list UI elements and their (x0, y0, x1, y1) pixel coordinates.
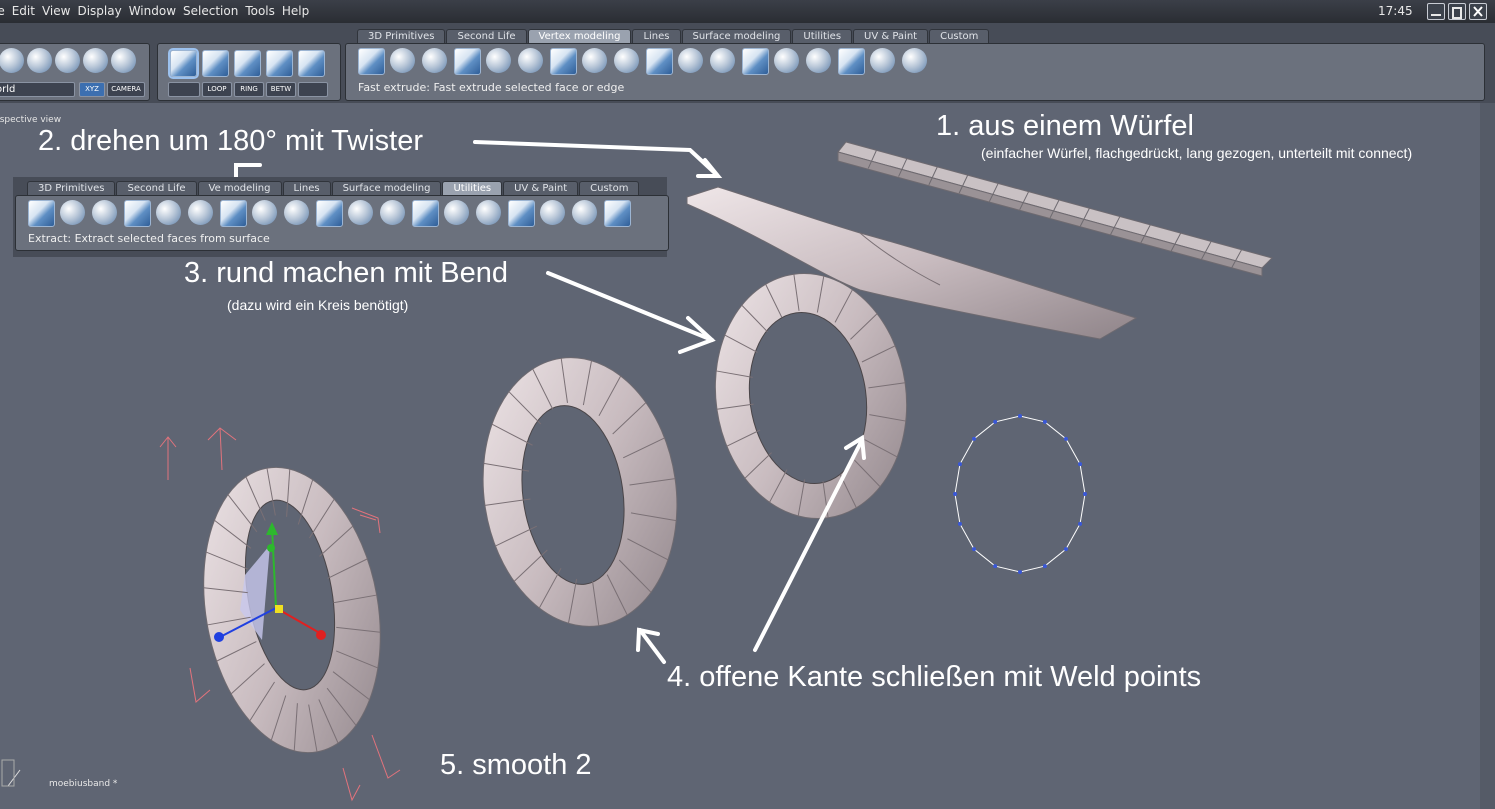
arrow-to-open-ring (638, 628, 666, 664)
helper-circle[interactable] (953, 414, 1087, 574)
file-name-label: moebiusband * (49, 779, 118, 789)
inset-tab-3d-primitives[interactable]: 3D Primitives (27, 181, 116, 196)
utilities-tool-icon-5[interactable] (156, 200, 181, 225)
bent-ring-mesh[interactable] (700, 261, 922, 531)
utilities-tool-icon-16[interactable] (508, 200, 535, 227)
circle-vertex (1078, 521, 1083, 526)
circle-vertex (957, 462, 962, 467)
inset-tab-second-life[interactable]: Second Life (116, 181, 197, 196)
circle-vertex (993, 419, 998, 424)
inset-tools-panel: Extract: Extract selected faces from sur… (15, 195, 669, 251)
circle-vertex (972, 436, 977, 441)
circle-vertex (1078, 462, 1083, 467)
utilities-tool-icon-17[interactable] (540, 200, 565, 225)
circle-vertex (1063, 436, 1068, 441)
utilities-inset-toolbar: 3D Primitives Second Life Ve modeling Li… (13, 177, 669, 257)
annotation-step-3: 3. rund machen mit Bend (184, 257, 509, 289)
utilities-tool-icon-14[interactable] (444, 200, 469, 225)
inset-tab-lines[interactable]: Lines (282, 181, 331, 196)
inset-tab-uv-paint[interactable]: UV & Paint (503, 181, 579, 196)
inset-tab-utilities[interactable]: Utilities (442, 181, 503, 196)
circle-vertex (1018, 570, 1022, 574)
inset-tab-surface-modeling[interactable]: Surface modeling (331, 181, 442, 196)
utilities-tool-icon-13[interactable] (412, 200, 439, 227)
circle-vertex (1042, 419, 1047, 424)
annotation-step-1-note: (einfacher Würfel, flachgedrückt, lang g… (981, 145, 1413, 161)
circle-vertex (957, 521, 962, 526)
circle-vertex (993, 564, 998, 569)
utilities-tool-icon-8[interactable] (252, 200, 277, 225)
helper-circle-vertices (953, 414, 1087, 574)
utilities-tool-icon-10[interactable] (316, 200, 343, 227)
inset-tab-vertex-modeling[interactable]: Ve modeling (197, 181, 282, 196)
utilities-tool-icon-2[interactable] (60, 200, 85, 225)
circle-vertex (1063, 547, 1068, 552)
smoothed-ring-mesh[interactable] (182, 453, 401, 766)
arrow-to-twisted-strip (473, 140, 719, 177)
circle-vertex (1083, 492, 1087, 496)
circle-vertex (1018, 414, 1022, 418)
utilities-tool-icon-4[interactable] (124, 200, 151, 227)
utilities-tool-icon-15[interactable] (476, 200, 501, 225)
utilities-tool-icon-11[interactable] (348, 200, 373, 225)
utilities-tool-icon-12[interactable] (380, 200, 405, 225)
annotation-step-2: 2. drehen um 180° mit Twister (38, 125, 424, 157)
utilities-tool-icon-7[interactable] (220, 200, 247, 227)
inset-tabs: 3D Primitives Second Life Ve modeling Li… (27, 181, 640, 196)
utilities-tool-icon-9[interactable] (284, 200, 309, 225)
circle-vertex (953, 492, 957, 496)
inset-status-text: Extract: Extract selected faces from sur… (28, 232, 270, 245)
axis-indicator (1, 759, 21, 787)
circle-vertex (972, 547, 977, 552)
utilities-tool-icon-3[interactable] (92, 200, 117, 225)
annotation-step-3-note: (dazu wird ein Kreis benötigt) (227, 297, 409, 313)
annotation-step-4: 4. offene Kante schließen mit Weld point… (667, 661, 1202, 693)
arrow-to-bent-ring (546, 271, 714, 342)
utilities-tool-icon-19[interactable] (604, 200, 631, 227)
utilities-tool-icon-6[interactable] (188, 200, 213, 225)
inset-tab-custom[interactable]: Custom (579, 181, 640, 196)
annotation-step-1: 1. aus einem Würfel (936, 110, 1194, 142)
utilities-tool-icon-18[interactable] (572, 200, 597, 225)
annotation-step-5: 5. smooth 2 (440, 749, 592, 781)
open-ring-mesh[interactable] (466, 345, 694, 639)
circle-vertex (1042, 564, 1047, 569)
utilities-tool-icon-1[interactable] (28, 200, 55, 227)
